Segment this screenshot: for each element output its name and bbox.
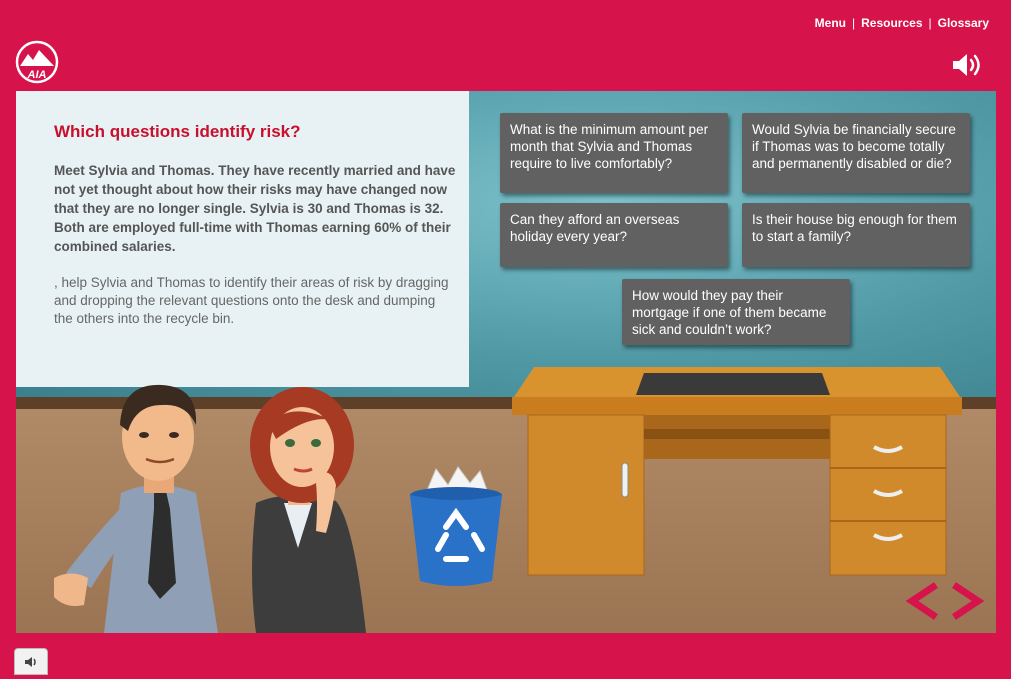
glossary-link[interactable]: Glossary bbox=[938, 16, 989, 30]
desk-icon[interactable] bbox=[510, 367, 964, 583]
separator: | bbox=[852, 16, 856, 30]
recycle-bin-icon[interactable] bbox=[408, 463, 504, 589]
top-nav-links: Menu | Resources | Glossary bbox=[815, 16, 989, 30]
navigation-arrows bbox=[904, 579, 988, 623]
characters-illustration bbox=[54, 384, 366, 633]
question-card[interactable]: What is the minimum amount per month tha… bbox=[500, 113, 728, 193]
instruction-text: , help Sylvia and Thomas to identify the… bbox=[54, 275, 449, 326]
question-card[interactable]: How would they pay their mortgage if one… bbox=[622, 279, 850, 345]
resources-link[interactable]: Resources bbox=[861, 16, 922, 30]
separator: | bbox=[928, 16, 932, 30]
chevron-right-icon[interactable] bbox=[948, 579, 986, 623]
instruction-panel: Which questions identify risk? Meet Sylv… bbox=[16, 91, 469, 387]
activity-stage: Which questions identify risk? Meet Sylv… bbox=[16, 91, 996, 633]
question-card[interactable]: Is their house big enough for them to st… bbox=[742, 203, 970, 267]
audio-toggle-button[interactable] bbox=[14, 648, 48, 675]
chevron-left-icon[interactable] bbox=[904, 579, 942, 623]
speaker-small-icon bbox=[25, 657, 36, 667]
thomas-character bbox=[54, 384, 218, 633]
header-bar bbox=[0, 0, 1011, 90]
footer-bar bbox=[0, 633, 1011, 675]
question-card[interactable]: Can they afford an overseas holiday ever… bbox=[500, 203, 728, 267]
scenario-text: Meet Sylvia and Thomas. They have recent… bbox=[54, 163, 456, 254]
sylvia-character bbox=[250, 387, 366, 633]
aia-logo: AIA bbox=[15, 40, 59, 84]
question-card[interactable]: Would Sylvia be financially secure if Th… bbox=[742, 113, 970, 193]
menu-link[interactable]: Menu bbox=[815, 16, 846, 30]
page-title: Which questions identify risk? bbox=[54, 122, 301, 141]
speaker-icon[interactable] bbox=[950, 52, 986, 78]
svg-text:AIA: AIA bbox=[27, 69, 47, 81]
